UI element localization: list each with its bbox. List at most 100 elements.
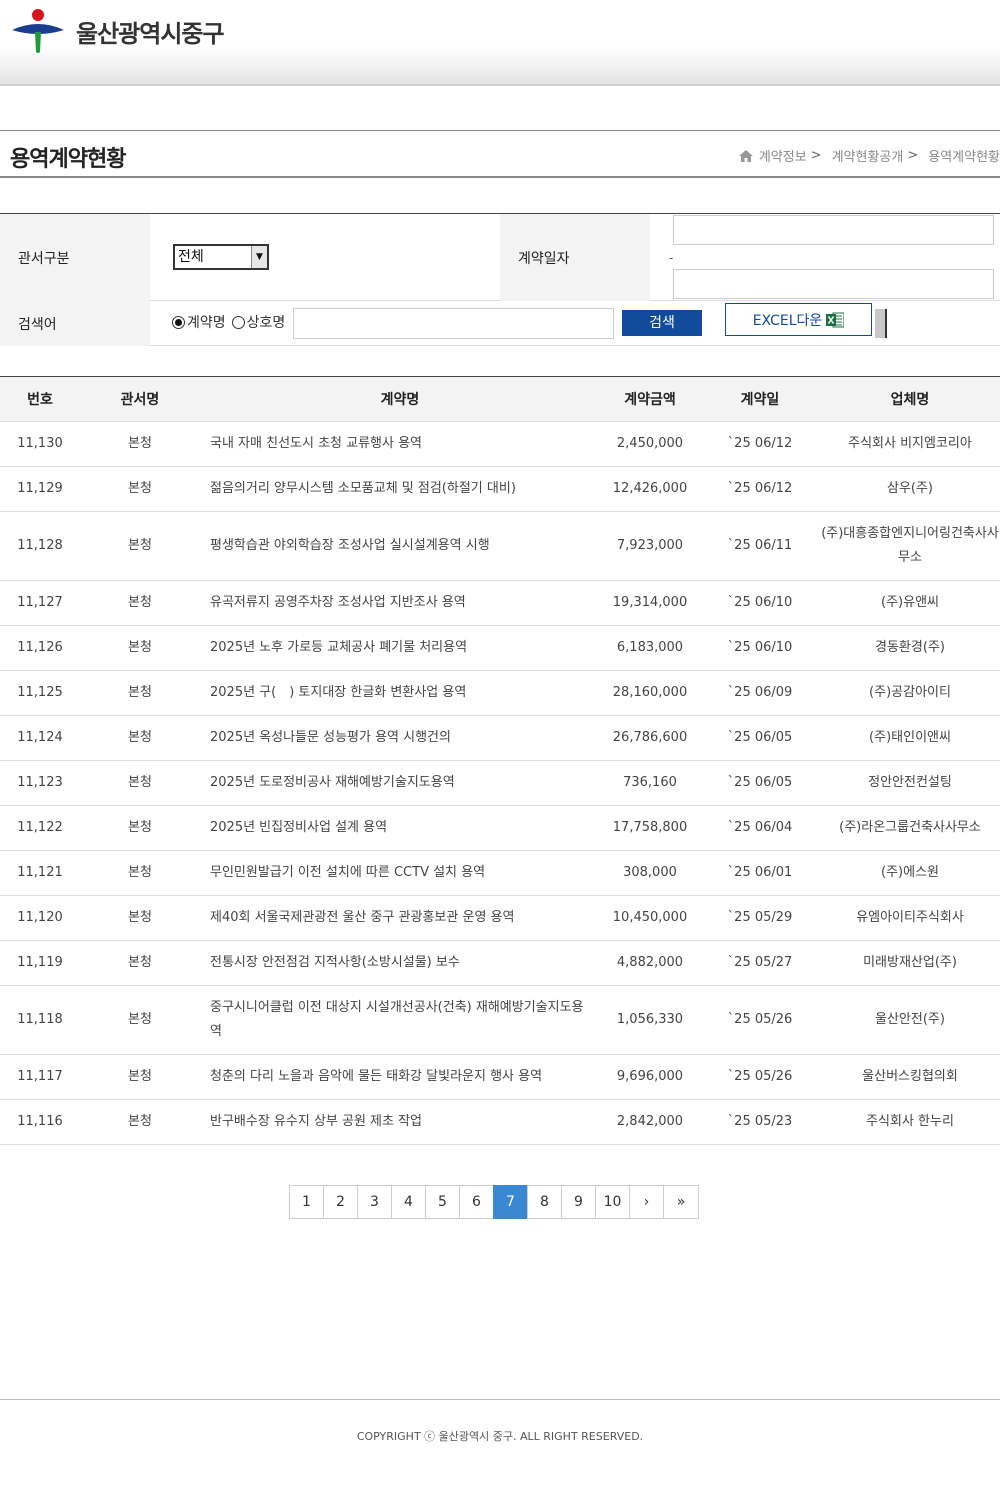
breadcrumb-item-contract-info[interactable]: 계약정보 bbox=[759, 146, 807, 165]
page-link-6[interactable]: 6 bbox=[459, 1185, 494, 1219]
cell-date: `25 06/11 bbox=[700, 511, 820, 581]
site-name[interactable]: 울산광역시중구 bbox=[76, 14, 225, 49]
ulsan-junggu-logo-icon[interactable] bbox=[10, 8, 66, 54]
page-link-10[interactable]: 10 bbox=[595, 1185, 630, 1219]
home-icon[interactable] bbox=[738, 149, 753, 162]
table-row[interactable]: 11,128 본청 평생학습관 야외학습장 조성사업 실시설계용역 시행 7,9… bbox=[0, 511, 1000, 581]
cell-contract-name[interactable]: 2025년 빈집정비사업 설계 용역 bbox=[200, 805, 600, 851]
cell-contract-name[interactable]: 국내 자매 친선도시 초청 교류행사 용역 bbox=[200, 421, 600, 467]
cell-company: 삼우(주) bbox=[820, 466, 1000, 512]
cell-dept: 본청 bbox=[80, 511, 200, 581]
page-link-3[interactable]: 3 bbox=[357, 1185, 392, 1219]
chevron-down-icon[interactable]: ▼ bbox=[251, 246, 267, 268]
col-header-company: 업체명 bbox=[820, 376, 1000, 422]
page-title: 용역계약현황 bbox=[10, 147, 126, 172]
table-row[interactable]: 11,127 본청 유곡저류지 공영주차장 조성사업 지반조사 용역 19,31… bbox=[0, 580, 1000, 626]
cell-contract-name[interactable]: 2025년 구( ) 토지대장 한글화 변환사업 용역 bbox=[200, 670, 600, 716]
date-label: 계약일자 bbox=[500, 214, 650, 301]
cell-no: 11,116 bbox=[0, 1099, 80, 1145]
cell-date: `25 06/10 bbox=[700, 580, 820, 626]
cell-company: 미래방재산업(주) bbox=[820, 940, 1000, 986]
cell-dept: 본청 bbox=[80, 466, 200, 512]
pagination: 1 2 3 4 5 6 7 8 9 10 › » bbox=[289, 1185, 699, 1219]
cell-contract-name[interactable]: 청춘의 다리 노을과 음악에 물든 태화강 달빛라운지 행사 용역 bbox=[200, 1054, 600, 1100]
keyword-input[interactable] bbox=[293, 308, 614, 339]
date-end-input[interactable] bbox=[673, 269, 994, 299]
table-row[interactable]: 11,119 본청 전통시장 안전점검 지적사항(소방시설물) 보수 4,882… bbox=[0, 940, 1000, 986]
cell-contract-name[interactable]: 반구배수장 유수지 상부 공원 제초 작업 bbox=[200, 1099, 600, 1145]
cell-contract-name[interactable]: 유곡저류지 공영주차장 조성사업 지반조사 용역 bbox=[200, 580, 600, 626]
cell-dept: 본청 bbox=[80, 895, 200, 941]
cell-amount: 26,786,600 bbox=[600, 715, 700, 761]
contract-table: 번호 관서명 계약명 계약금액 계약일 업체명 11,130 본청 국내 자매 … bbox=[0, 376, 1000, 1145]
table-row[interactable]: 11,116 본청 반구배수장 유수지 상부 공원 제초 작업 2,842,00… bbox=[0, 1099, 1000, 1145]
breadcrumb-item-service-contracts[interactable]: 용역계약현황 bbox=[928, 146, 1000, 165]
cell-no: 11,130 bbox=[0, 421, 80, 467]
table-row[interactable]: 11,129 본청 젊음의거리 양무시스템 소모품교체 및 점검(하절기 대비)… bbox=[0, 466, 1000, 512]
table-row[interactable]: 11,130 본청 국내 자매 친선도시 초청 교류행사 용역 2,450,00… bbox=[0, 421, 1000, 467]
cell-amount: 12,426,000 bbox=[600, 466, 700, 512]
table-row[interactable]: 11,120 본청 제40회 서울국제관광전 울산 중구 관광홍보관 운영 용역… bbox=[0, 895, 1000, 941]
table-row[interactable]: 11,117 본청 청춘의 다리 노을과 음악에 물든 태화강 달빛라운지 행사… bbox=[0, 1054, 1000, 1100]
cell-dept: 본청 bbox=[80, 760, 200, 806]
page-link-4[interactable]: 4 bbox=[391, 1185, 426, 1219]
cell-dept: 본청 bbox=[80, 1054, 200, 1100]
cell-date: `25 05/23 bbox=[700, 1099, 820, 1145]
search-type-radio-group: 계약명 상호명 bbox=[172, 312, 291, 332]
page-link-5[interactable]: 5 bbox=[425, 1185, 460, 1219]
cell-dept: 본청 bbox=[80, 850, 200, 896]
cell-amount: 308,000 bbox=[600, 850, 700, 896]
cell-no: 11,118 bbox=[0, 985, 80, 1055]
cell-no: 11,129 bbox=[0, 466, 80, 512]
cell-date: `25 06/01 bbox=[700, 850, 820, 896]
cell-contract-name[interactable]: 2025년 도로정비공사 재해예방기술지도용역 bbox=[200, 760, 600, 806]
table-row[interactable]: 11,118 본청 중구시니어클럽 이전 대상지 시설개선공사(건축) 재해예방… bbox=[0, 985, 1000, 1055]
cell-contract-name[interactable]: 전통시장 안전점검 지적사항(소방시설물) 보수 bbox=[200, 940, 600, 986]
cell-contract-name[interactable]: 2025년 옥성나들문 성능평가 용역 시행건의 bbox=[200, 715, 600, 761]
excel-icon bbox=[826, 312, 845, 327]
cell-amount: 17,758,800 bbox=[600, 805, 700, 851]
table-row[interactable]: 11,125 본청 2025년 구( ) 토지대장 한글화 변환사업 용역 28… bbox=[0, 670, 1000, 716]
cell-contract-name[interactable]: 평생학습관 야외학습장 조성사업 실시설계용역 시행 bbox=[200, 511, 600, 581]
table-row[interactable]: 11,123 본청 2025년 도로정비공사 재해예방기술지도용역 736,16… bbox=[0, 760, 1000, 806]
radio-company-name[interactable] bbox=[231, 315, 245, 329]
col-header-contract-name: 계약명 bbox=[200, 376, 600, 422]
breadcrumb-item-contract-disclosure[interactable]: 계약현황공개 bbox=[832, 146, 904, 165]
radio-contract-name-label[interactable]: 계약명 bbox=[187, 312, 226, 332]
cell-company: 경동환경(주) bbox=[820, 625, 1000, 671]
cell-date: `25 06/12 bbox=[700, 421, 820, 467]
cell-no: 11,127 bbox=[0, 580, 80, 626]
dept-select[interactable]: 전체 ▼ bbox=[173, 244, 269, 270]
cell-no: 11,121 bbox=[0, 850, 80, 896]
cell-company: 울산안전(주) bbox=[820, 985, 1000, 1055]
cell-contract-name[interactable]: 젊음의거리 양무시스템 소모품교체 및 점검(하절기 대비) bbox=[200, 466, 600, 512]
search-button[interactable]: 검색 bbox=[622, 310, 702, 336]
table-row[interactable]: 11,126 본청 2025년 노후 가로등 교체공사 폐기물 처리용역 6,1… bbox=[0, 625, 1000, 671]
table-row[interactable]: 11,124 본청 2025년 옥성나들문 성능평가 용역 시행건의 26,78… bbox=[0, 715, 1000, 761]
page-link-1[interactable]: 1 bbox=[289, 1185, 324, 1219]
cell-contract-name[interactable]: 중구시니어클럽 이전 대상지 시설개선공사(건축) 재해예방기술지도용역 bbox=[200, 985, 600, 1055]
next-page-icon[interactable]: › bbox=[629, 1185, 664, 1219]
page-link-8[interactable]: 8 bbox=[527, 1185, 562, 1219]
radio-company-name-label[interactable]: 상호명 bbox=[247, 312, 286, 332]
search-row-keyword: 검색어 계약명 상호명 검색 EXCEL다운 bbox=[0, 301, 1000, 346]
page-link-9[interactable]: 9 bbox=[561, 1185, 596, 1219]
page-link-2[interactable]: 2 bbox=[323, 1185, 358, 1219]
table-row[interactable]: 11,121 본청 무인민원발급기 이전 설치에 따른 CCTV 설치 용역 3… bbox=[0, 850, 1000, 896]
cell-amount: 2,842,000 bbox=[600, 1099, 700, 1145]
cell-contract-name[interactable]: 2025년 노후 가로등 교체공사 폐기물 처리용역 bbox=[200, 625, 600, 671]
page-link-7-current[interactable]: 7 bbox=[493, 1185, 528, 1219]
cell-date: `25 05/27 bbox=[700, 940, 820, 986]
cell-no: 11,117 bbox=[0, 1054, 80, 1100]
radio-contract-name[interactable] bbox=[172, 315, 185, 329]
table-row[interactable]: 11,122 본청 2025년 빈집정비사업 설계 용역 17,758,800 … bbox=[0, 805, 1000, 851]
search-form: 관서구분 전체 ▼ 계약일자 - 검색어 계약명 상호명 검색 EXCEL다운 bbox=[0, 213, 1000, 346]
cell-company: (주)태인이앤씨 bbox=[820, 715, 1000, 761]
excel-download-button[interactable]: EXCEL다운 bbox=[725, 303, 872, 336]
cell-date: `25 05/26 bbox=[700, 985, 820, 1055]
cell-contract-name[interactable]: 제40회 서울국제관광전 울산 중구 관광홍보관 운영 용역 bbox=[200, 895, 600, 941]
cell-contract-name[interactable]: 무인민원발급기 이전 설치에 따른 CCTV 설치 용역 bbox=[200, 850, 600, 896]
keyword-label: 검색어 bbox=[0, 301, 150, 346]
last-page-icon[interactable]: » bbox=[663, 1185, 699, 1219]
date-start-input[interactable] bbox=[673, 215, 994, 245]
